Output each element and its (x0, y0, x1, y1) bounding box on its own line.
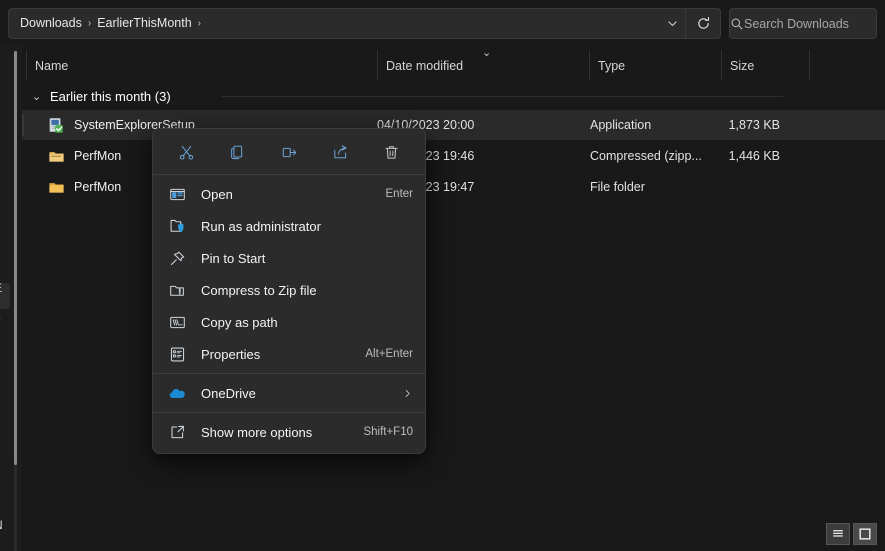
group-collapse-chevron-icon[interactable]: ⌄ (32, 90, 42, 103)
large-icons-view-button[interactable] (853, 523, 877, 545)
share-icon[interactable] (315, 136, 366, 168)
onedrive-cloud-icon (167, 383, 187, 403)
group-header-label: Earlier this month (3) (50, 89, 171, 104)
cut-icon[interactable] (161, 136, 212, 168)
row-name-label: PerfMon (74, 180, 121, 194)
row-type-cell: File folder (590, 180, 645, 194)
row-name-label: PerfMon (74, 149, 121, 163)
context-menu-separator-3 (153, 412, 425, 413)
properties-icon (167, 344, 187, 364)
column-header-name-label: Name (35, 59, 68, 73)
context-menu-item-run-as-administrator-label: Run as administrator (201, 219, 413, 234)
column-header-size[interactable]: Size (721, 50, 809, 81)
zipped-folder-icon (48, 148, 65, 165)
row-size-cell: 1,446 KB (700, 149, 780, 163)
nav-item-sliver-2[interactable]: e (0, 311, 22, 325)
context-menu-item-onedrive[interactable]: OneDrive (153, 377, 425, 409)
column-header-type[interactable]: Type (589, 50, 721, 81)
context-menu-item-pin-to-start[interactable]: Pin to Start (153, 242, 425, 274)
context-menu-item-properties-label: Properties (201, 347, 365, 362)
context-menu-item-run-as-administrator[interactable]: Run as administrator (153, 210, 425, 242)
column-header-type-label: Type (598, 59, 625, 73)
status-bar (22, 517, 885, 551)
context-menu-item-show-more-options[interactable]: Show more options Shift+F10 (153, 416, 425, 448)
delete-icon[interactable] (366, 136, 417, 168)
navigation-pane[interactable]: E e N (0, 45, 22, 551)
row-size-cell: 1,873 KB (700, 118, 780, 132)
rename-icon[interactable] (263, 136, 314, 168)
column-header-name[interactable]: Name (26, 50, 377, 81)
nav-item-sliver-3[interactable]: N (0, 518, 22, 532)
chevron-down-icon[interactable] (659, 9, 685, 38)
address-bar[interactable]: Downloads › EarlierThisMonth › (8, 8, 721, 39)
context-menu-item-open-label: Open (201, 187, 386, 202)
group-header-rule (222, 96, 783, 97)
context-menu-item-properties-accel: Alt+Enter (365, 348, 413, 360)
nav-item-sliver-1[interactable]: E (0, 281, 22, 295)
refresh-icon[interactable] (685, 9, 720, 38)
details-view-button[interactable] (826, 523, 850, 545)
breadcrumb-item-earlierthismonth[interactable]: EarlierThisMonth (92, 14, 196, 33)
breadcrumb-separator-2: › (197, 18, 202, 29)
file-explorer-window: E e N Downloads › EarlierThisMonth › (0, 0, 885, 551)
top-bar: Downloads › EarlierThisMonth › (0, 0, 885, 45)
row-selection-accent (22, 114, 24, 136)
context-menu-item-open[interactable]: Open Enter (153, 178, 425, 210)
context-menu-item-copy-as-path[interactable]: Copy as path (153, 306, 425, 338)
column-header-date-modified[interactable]: Date modified ⌄ (377, 50, 589, 81)
copy-path-icon (167, 312, 187, 332)
application-setup-icon (48, 117, 65, 134)
context-menu-item-open-accel: Enter (386, 188, 414, 200)
context-menu[interactable]: Open Enter Run as administrator Pin (152, 128, 426, 454)
search-icon (730, 9, 744, 38)
context-menu-item-show-more-options-label: Show more options (201, 425, 363, 440)
context-menu-item-show-more-options-accel: Shift+F10 (363, 426, 413, 438)
sort-chevron-icon: ⌄ (482, 46, 491, 59)
chevron-right-icon (402, 388, 413, 399)
context-menu-separator-2 (153, 373, 425, 374)
context-menu-item-copy-as-path-label: Copy as path (201, 315, 413, 330)
context-menu-separator-1 (153, 174, 425, 175)
context-menu-item-pin-to-start-label: Pin to Start (201, 251, 413, 266)
search-input[interactable] (744, 17, 885, 31)
breadcrumb[interactable]: Downloads › EarlierThisMonth › (9, 9, 659, 38)
column-header-bar: Name Date modified ⌄ Type Size (22, 50, 885, 81)
shield-admin-icon (167, 216, 187, 236)
context-menu-item-compress-to-zip-file-label: Compress to Zip file (201, 283, 413, 298)
context-menu-icon-row (153, 133, 425, 171)
column-divider-end (809, 50, 810, 81)
zip-icon (167, 280, 187, 300)
nav-scrollbar-thumb[interactable] (14, 51, 17, 465)
breadcrumb-item-downloads[interactable]: Downloads (15, 14, 87, 33)
view-mode-buttons (826, 523, 877, 545)
column-header-date-modified-label: Date modified (386, 59, 463, 73)
row-type-cell: Application (590, 118, 651, 132)
context-menu-item-properties[interactable]: Properties Alt+Enter (153, 338, 425, 370)
show-more-options-icon (167, 422, 187, 442)
search-box[interactable] (729, 8, 877, 39)
row-type-cell: Compressed (zipp... (590, 149, 702, 163)
context-menu-item-onedrive-label: OneDrive (201, 386, 394, 401)
copy-icon[interactable] (212, 136, 263, 168)
context-menu-item-compress-to-zip-file[interactable]: Compress to Zip file (153, 274, 425, 306)
open-window-icon (167, 184, 187, 204)
pin-icon (167, 248, 187, 268)
row-name-cell: PerfMon (48, 148, 121, 165)
column-header-size-label: Size (730, 59, 754, 73)
row-name-cell: PerfMon (48, 179, 121, 196)
folder-icon (48, 179, 65, 196)
